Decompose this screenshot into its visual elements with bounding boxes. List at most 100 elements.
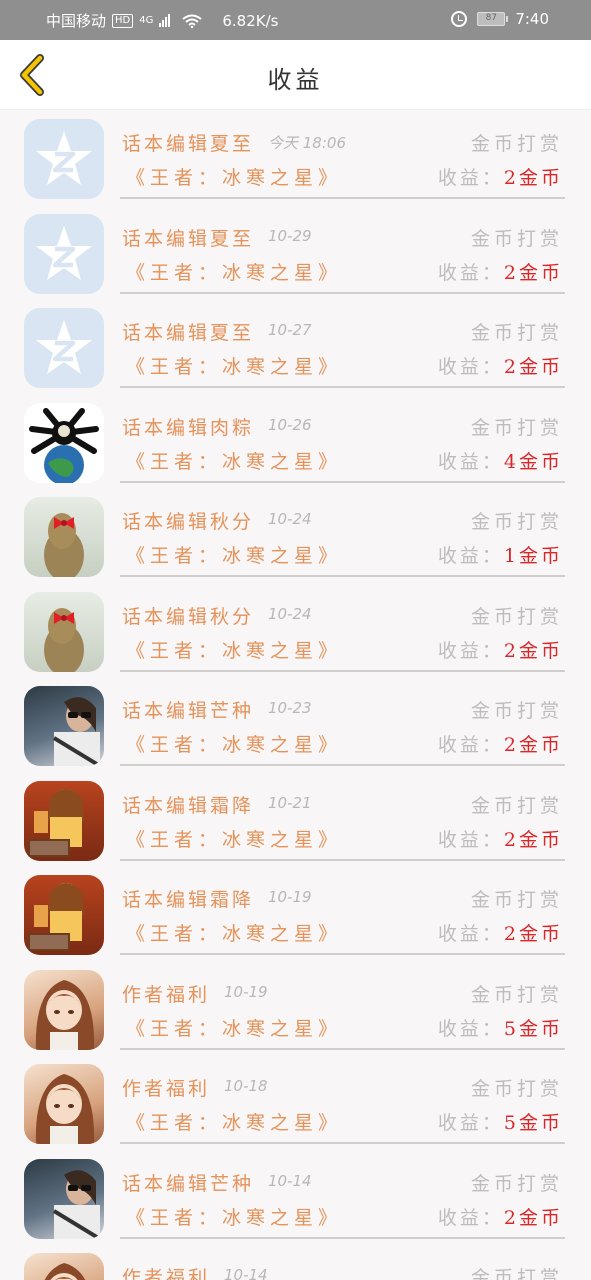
reward-type: 金币打赏 xyxy=(470,1267,563,1280)
earning-row[interactable]: 话本编辑肉粽 10-26 金币打赏 《王者：冰寒之星》 收益：4金币 xyxy=(0,395,591,490)
earning-date: 10-21 xyxy=(268,793,312,812)
avatar[interactable] xyxy=(24,119,104,199)
signal-icon xyxy=(159,14,171,27)
reward-type: 金币打赏 xyxy=(470,416,563,439)
earning-info: 话本编辑肉粽 10-26 金币打赏 《王者：冰寒之星》 收益：4金币 xyxy=(120,395,565,483)
earning-info: 作者福利 10-19 金币打赏 《王者：冰寒之星》 收益：5金币 xyxy=(120,962,565,1050)
status-bar: 中国移动 HD 4G 6.82K/s 87 7:40 xyxy=(0,0,591,40)
earning-amount: 收益：2金币 xyxy=(438,1203,563,1230)
avatar[interactable] xyxy=(24,308,104,388)
earning-amount: 收益：2金币 xyxy=(438,919,563,946)
earning-date: 10-27 xyxy=(268,321,312,339)
clock: 7:40 xyxy=(515,10,549,28)
earning-row[interactable]: 作者福利 10-18 金币打赏 《王者：冰寒之星》 收益：5金币 xyxy=(0,1056,591,1151)
earning-amount: 收益：1金币 xyxy=(438,541,563,568)
book-title: 《王者：冰寒之星》 xyxy=(126,545,343,567)
earning-row[interactable]: 话本编辑霜降 10-19 金币打赏 《王者：冰寒之星》 收益：2金币 xyxy=(0,867,591,962)
battery-icon: 87 xyxy=(477,12,509,26)
reward-type: 金币打赏 xyxy=(470,794,563,817)
earning-label: 收益： xyxy=(437,639,504,662)
earning-date: 10-26 xyxy=(268,415,312,434)
earning-info: 作者福利 10-18 金币打赏 《王者：冰寒之星》 收益：5金币 xyxy=(120,1056,565,1144)
reward-type: 金币打赏 xyxy=(470,1172,563,1195)
earning-value: 5金币 xyxy=(503,1112,563,1134)
book-title: 《王者：冰寒之星》 xyxy=(126,261,343,284)
book-title: 《王者：冰寒之星》 xyxy=(126,356,343,378)
earning-value: 2金币 xyxy=(503,261,563,284)
page-title: 收益 xyxy=(267,66,324,94)
earning-info: 话本编辑夏至 10-27 金币打赏 《王者：冰寒之星》 收益：2金币 xyxy=(120,300,565,388)
earning-date: 10-23 xyxy=(268,699,312,717)
sender-name: 话本编辑夏至 xyxy=(122,227,255,250)
earning-amount: 收益：2金币 xyxy=(438,163,563,190)
reward-type: 金币打赏 xyxy=(470,605,563,628)
earning-value: 2金币 xyxy=(503,828,563,851)
earning-value: 2金币 xyxy=(503,167,563,189)
earning-label: 收益： xyxy=(437,167,504,189)
earning-row[interactable]: 话本编辑芒种 10-23 金币打赏 《王者：冰寒之星》 收益：2金币 xyxy=(0,678,591,773)
earning-info: 作者福利 10-14 金币打赏 xyxy=(120,1245,565,1280)
avatar[interactable] xyxy=(24,875,104,955)
earning-info: 话本编辑芒种 10-23 金币打赏 《王者：冰寒之星》 收益：2金币 xyxy=(120,678,565,766)
earning-amount: 收益：2金币 xyxy=(438,258,563,285)
avatar[interactable] xyxy=(24,591,104,672)
earning-date: 10-18 xyxy=(224,1077,268,1095)
earning-amount: 收益：5金币 xyxy=(438,1014,563,1041)
earning-value: 2金币 xyxy=(503,923,563,945)
reward-type: 金币打赏 xyxy=(470,322,563,344)
network-type: 4G xyxy=(139,15,154,26)
earning-row[interactable]: 话本编辑霜降 10-21 金币打赏 《王者：冰寒之星》 收益：2金币 xyxy=(0,773,591,868)
avatar[interactable] xyxy=(24,969,104,1050)
earning-value: 2金币 xyxy=(503,639,563,662)
earning-date: 10-24 xyxy=(268,510,312,528)
earning-row[interactable]: 话本编辑夏至 10-29 金币打赏 《王者：冰寒之星》 收益：2金币 xyxy=(0,206,591,301)
earning-date: 10-14 xyxy=(224,1266,268,1280)
earning-info: 话本编辑芒种 10-14 金币打赏 《王者：冰寒之星》 收益：2金币 xyxy=(120,1151,565,1239)
earning-date: 10-24 xyxy=(268,604,312,623)
book-title: 《王者：冰寒之星》 xyxy=(126,450,343,473)
network-speed: 6.82K/s xyxy=(222,11,279,30)
earning-info: 话本编辑秋分 10-24 金币打赏《王者：冰寒之星》 收益：2金币 xyxy=(120,584,565,672)
avatar[interactable] xyxy=(24,497,104,577)
earning-label: 收益： xyxy=(437,828,504,851)
earning-row[interactable]: 话本编辑夏至 今天 18:06 金币打赏 《王者：冰寒之星》 收益：2金币 xyxy=(0,111,591,206)
reward-type: 金币打赏 xyxy=(470,227,563,250)
earnings-list[interactable]: 话本编辑夏至 今天 18:06 金币打赏 《王者：冰寒之星》 收益：2金币 话本编辑夏至 1… xyxy=(0,111,591,1280)
avatar[interactable] xyxy=(24,780,104,861)
sender-name: 话本编辑秋分 xyxy=(122,605,255,628)
earning-row[interactable]: 话本编辑夏至 10-27 金币打赏 《王者：冰寒之星》 收益：2金币 xyxy=(0,300,591,395)
avatar[interactable] xyxy=(24,1064,104,1144)
reward-type: 金币打赏 xyxy=(470,511,563,533)
book-title: 《王者：冰寒之星》 xyxy=(126,1206,343,1229)
earning-label: 收益： xyxy=(437,1017,504,1040)
earning-row[interactable]: 话本编辑秋分 10-24 金币打赏《王者：冰寒之星》 收益：2金币 xyxy=(0,584,591,679)
avatar[interactable] xyxy=(24,213,104,294)
alarm-icon xyxy=(451,11,468,27)
earning-amount: 收益：2金币 xyxy=(438,352,563,379)
earning-label: 收益： xyxy=(437,450,504,473)
sender-name: 话本编辑肉粽 xyxy=(122,416,255,439)
earning-amount: 收益：2金币 xyxy=(438,825,563,852)
earning-row[interactable]: 作者福利 10-19 金币打赏 《王者：冰寒之星》 收益：5金币 xyxy=(0,962,591,1057)
sender-name: 话本编辑霜降 xyxy=(122,889,255,911)
earning-value: 5金币 xyxy=(503,1017,563,1040)
avatar[interactable] xyxy=(24,1253,104,1280)
wifi-icon xyxy=(182,14,202,28)
earning-amount: 收益：5金币 xyxy=(438,1108,563,1135)
reward-type: 金币打赏 xyxy=(470,889,563,911)
book-title: 《王者：冰寒之星》 xyxy=(126,167,343,189)
earning-info: 话本编辑霜降 10-21 金币打赏 《王者：冰寒之星》 收益：2金币 xyxy=(120,773,565,861)
avatar[interactable] xyxy=(24,402,104,483)
earning-row[interactable]: 话本编辑芒种 10-14 金币打赏 《王者：冰寒之星》 收益：2金币 xyxy=(0,1151,591,1246)
earning-row[interactable]: 作者福利 10-14 金币打赏 xyxy=(0,1245,591,1280)
book-title: 《王者：冰寒之星》 xyxy=(126,639,343,662)
earning-row[interactable]: 话本编辑秋分 10-24 金币打赏 《王者：冰寒之星》 收益：1金币 xyxy=(0,489,591,584)
reward-type: 金币打赏 xyxy=(470,133,563,155)
app-header: 收益 xyxy=(0,40,591,110)
avatar[interactable] xyxy=(24,1158,104,1239)
reward-type: 金币打赏 xyxy=(470,700,563,722)
book-title: 《王者：冰寒之星》 xyxy=(126,828,343,851)
earning-date: 10-19 xyxy=(268,888,312,906)
avatar[interactable] xyxy=(24,686,104,766)
earning-date: 10-19 xyxy=(224,982,268,1001)
